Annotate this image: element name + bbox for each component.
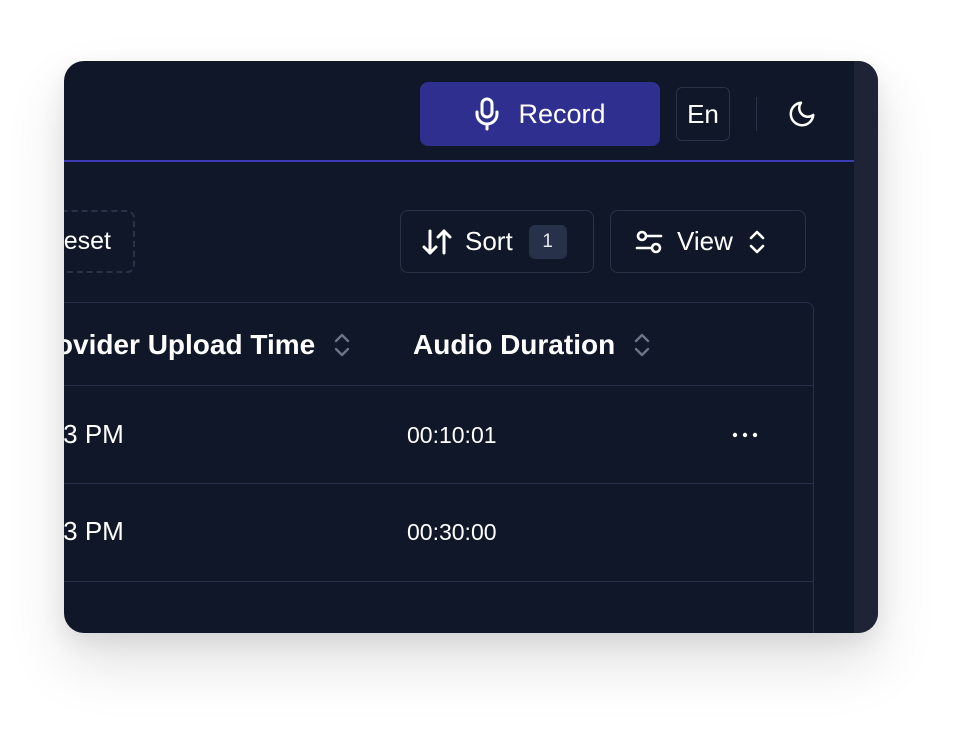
more-horizontal-icon xyxy=(732,432,758,438)
sort-label: Sort xyxy=(465,226,513,256)
column-header-audio-duration[interactable]: Audio Duration xyxy=(413,329,651,361)
header-divider xyxy=(756,97,757,131)
column-header-label: rovider Upload Time xyxy=(64,329,316,360)
header-separator xyxy=(64,160,854,162)
cell-audio-duration: 00:10:01 xyxy=(407,422,497,448)
language-button[interactable]: En xyxy=(676,87,730,141)
view-label: View xyxy=(677,226,733,256)
row-actions-button[interactable] xyxy=(725,420,765,450)
reset-button[interactable]: eset xyxy=(64,210,135,273)
record-button[interactable]: Record xyxy=(420,82,660,146)
moon-icon xyxy=(789,101,815,127)
column-header-upload-time[interactable]: rovider Upload Time xyxy=(64,329,351,361)
sort-chevrons-icon xyxy=(635,333,650,357)
sliders-icon xyxy=(635,230,663,253)
view-button[interactable]: View xyxy=(610,210,806,273)
cell-upload-time: 5:23 PM xyxy=(64,419,124,449)
cell-audio-duration: 00:30:00 xyxy=(407,519,497,545)
cell-upload-time: 6:23 PM xyxy=(64,516,124,546)
data-table: rovider Upload Time Audio Duration 5:23 … xyxy=(64,302,814,633)
language-label: En xyxy=(687,98,719,129)
theme-toggle-button[interactable] xyxy=(782,94,822,134)
sort-button[interactable]: Sort 1 xyxy=(400,210,594,273)
chevron-up-down-icon xyxy=(749,230,765,253)
sort-arrows-icon xyxy=(422,229,452,254)
scrollbar-track[interactable] xyxy=(854,61,878,633)
row-divider xyxy=(64,385,813,386)
row-divider xyxy=(64,581,813,582)
app-window: Record En eset Sort 1 View rovider Uploa… xyxy=(64,61,878,633)
column-header-label: Audio Duration xyxy=(413,329,616,360)
sort-chevrons-icon xyxy=(335,333,350,357)
row-divider xyxy=(64,483,813,484)
microphone-icon xyxy=(475,97,499,131)
reset-label: eset xyxy=(64,227,111,255)
sort-count-badge: 1 xyxy=(528,224,567,259)
record-label: Record xyxy=(518,98,606,129)
